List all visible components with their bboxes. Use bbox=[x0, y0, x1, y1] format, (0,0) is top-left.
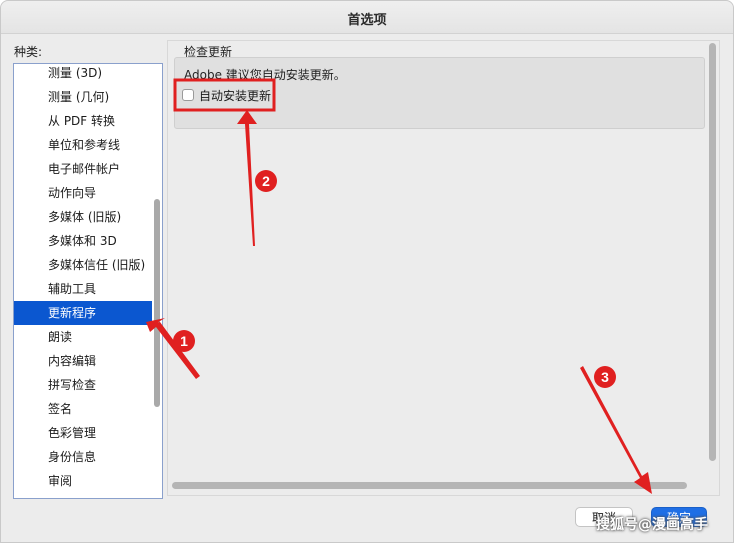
content-vertical-scrollbar-thumb[interactable] bbox=[709, 43, 716, 461]
category-item[interactable]: 单位和参考线 bbox=[14, 133, 152, 157]
category-item[interactable]: 多媒体和 3D bbox=[14, 229, 152, 253]
update-description: Adobe 建议您自动安装更新。 bbox=[184, 68, 346, 82]
watermark: 搜狐号@漫画高手 bbox=[596, 517, 708, 533]
content-horizontal-scrollbar-thumb[interactable] bbox=[172, 482, 687, 489]
auto-install-option[interactable]: 自动安装更新 bbox=[182, 86, 271, 104]
category-item[interactable]: 辅助工具 bbox=[14, 277, 152, 301]
title-bar[interactable]: 首选项 bbox=[1, 1, 733, 34]
category-item[interactable]: 更新程序 bbox=[14, 301, 152, 325]
category-item[interactable]: 动作向导 bbox=[14, 181, 152, 205]
category-item[interactable]: 朗读 bbox=[14, 325, 152, 349]
category-items: 测量 (3D) 测量 (几何) 从 PDF 转换 单位和参考线 电子邮件帐户 动作向导 多媒… bbox=[14, 64, 152, 498]
category-item[interactable]: 色彩管理 bbox=[14, 421, 152, 445]
window-title: 首选项 bbox=[347, 13, 387, 28]
category-item[interactable]: 审阅 bbox=[14, 469, 152, 493]
category-item[interactable]: 多媒体信任 (旧版) bbox=[14, 253, 152, 277]
category-item[interactable]: 测量 (3D) bbox=[14, 64, 152, 85]
category-item[interactable]: 多媒体 (旧版) bbox=[14, 205, 152, 229]
category-item[interactable]: 电子邮件帐户 bbox=[14, 157, 152, 181]
category-scrollbar-thumb[interactable] bbox=[154, 199, 160, 407]
auto-install-label[interactable]: 自动安装更新 bbox=[199, 87, 271, 104]
category-item[interactable]: 搜索 bbox=[14, 493, 152, 498]
category-item[interactable]: 身份信息 bbox=[14, 445, 152, 469]
category-item[interactable]: 签名 bbox=[14, 397, 152, 421]
category-item[interactable]: 内容编辑 bbox=[14, 349, 152, 373]
category-list[interactable]: 测量 (3D) 测量 (几何) 从 PDF 转换 单位和参考线 电子邮件帐户 动作向导 多媒… bbox=[13, 63, 163, 499]
category-scrollbar[interactable] bbox=[153, 65, 161, 497]
category-item[interactable]: 从 PDF 转换 bbox=[14, 109, 152, 133]
content-vertical-scrollbar[interactable] bbox=[707, 43, 717, 463]
category-item[interactable]: 测量 (几何) bbox=[14, 85, 152, 109]
category-item[interactable]: 拼写检查 bbox=[14, 373, 152, 397]
auto-install-checkbox[interactable] bbox=[182, 89, 194, 101]
categories-label: 种类: bbox=[14, 45, 43, 59]
